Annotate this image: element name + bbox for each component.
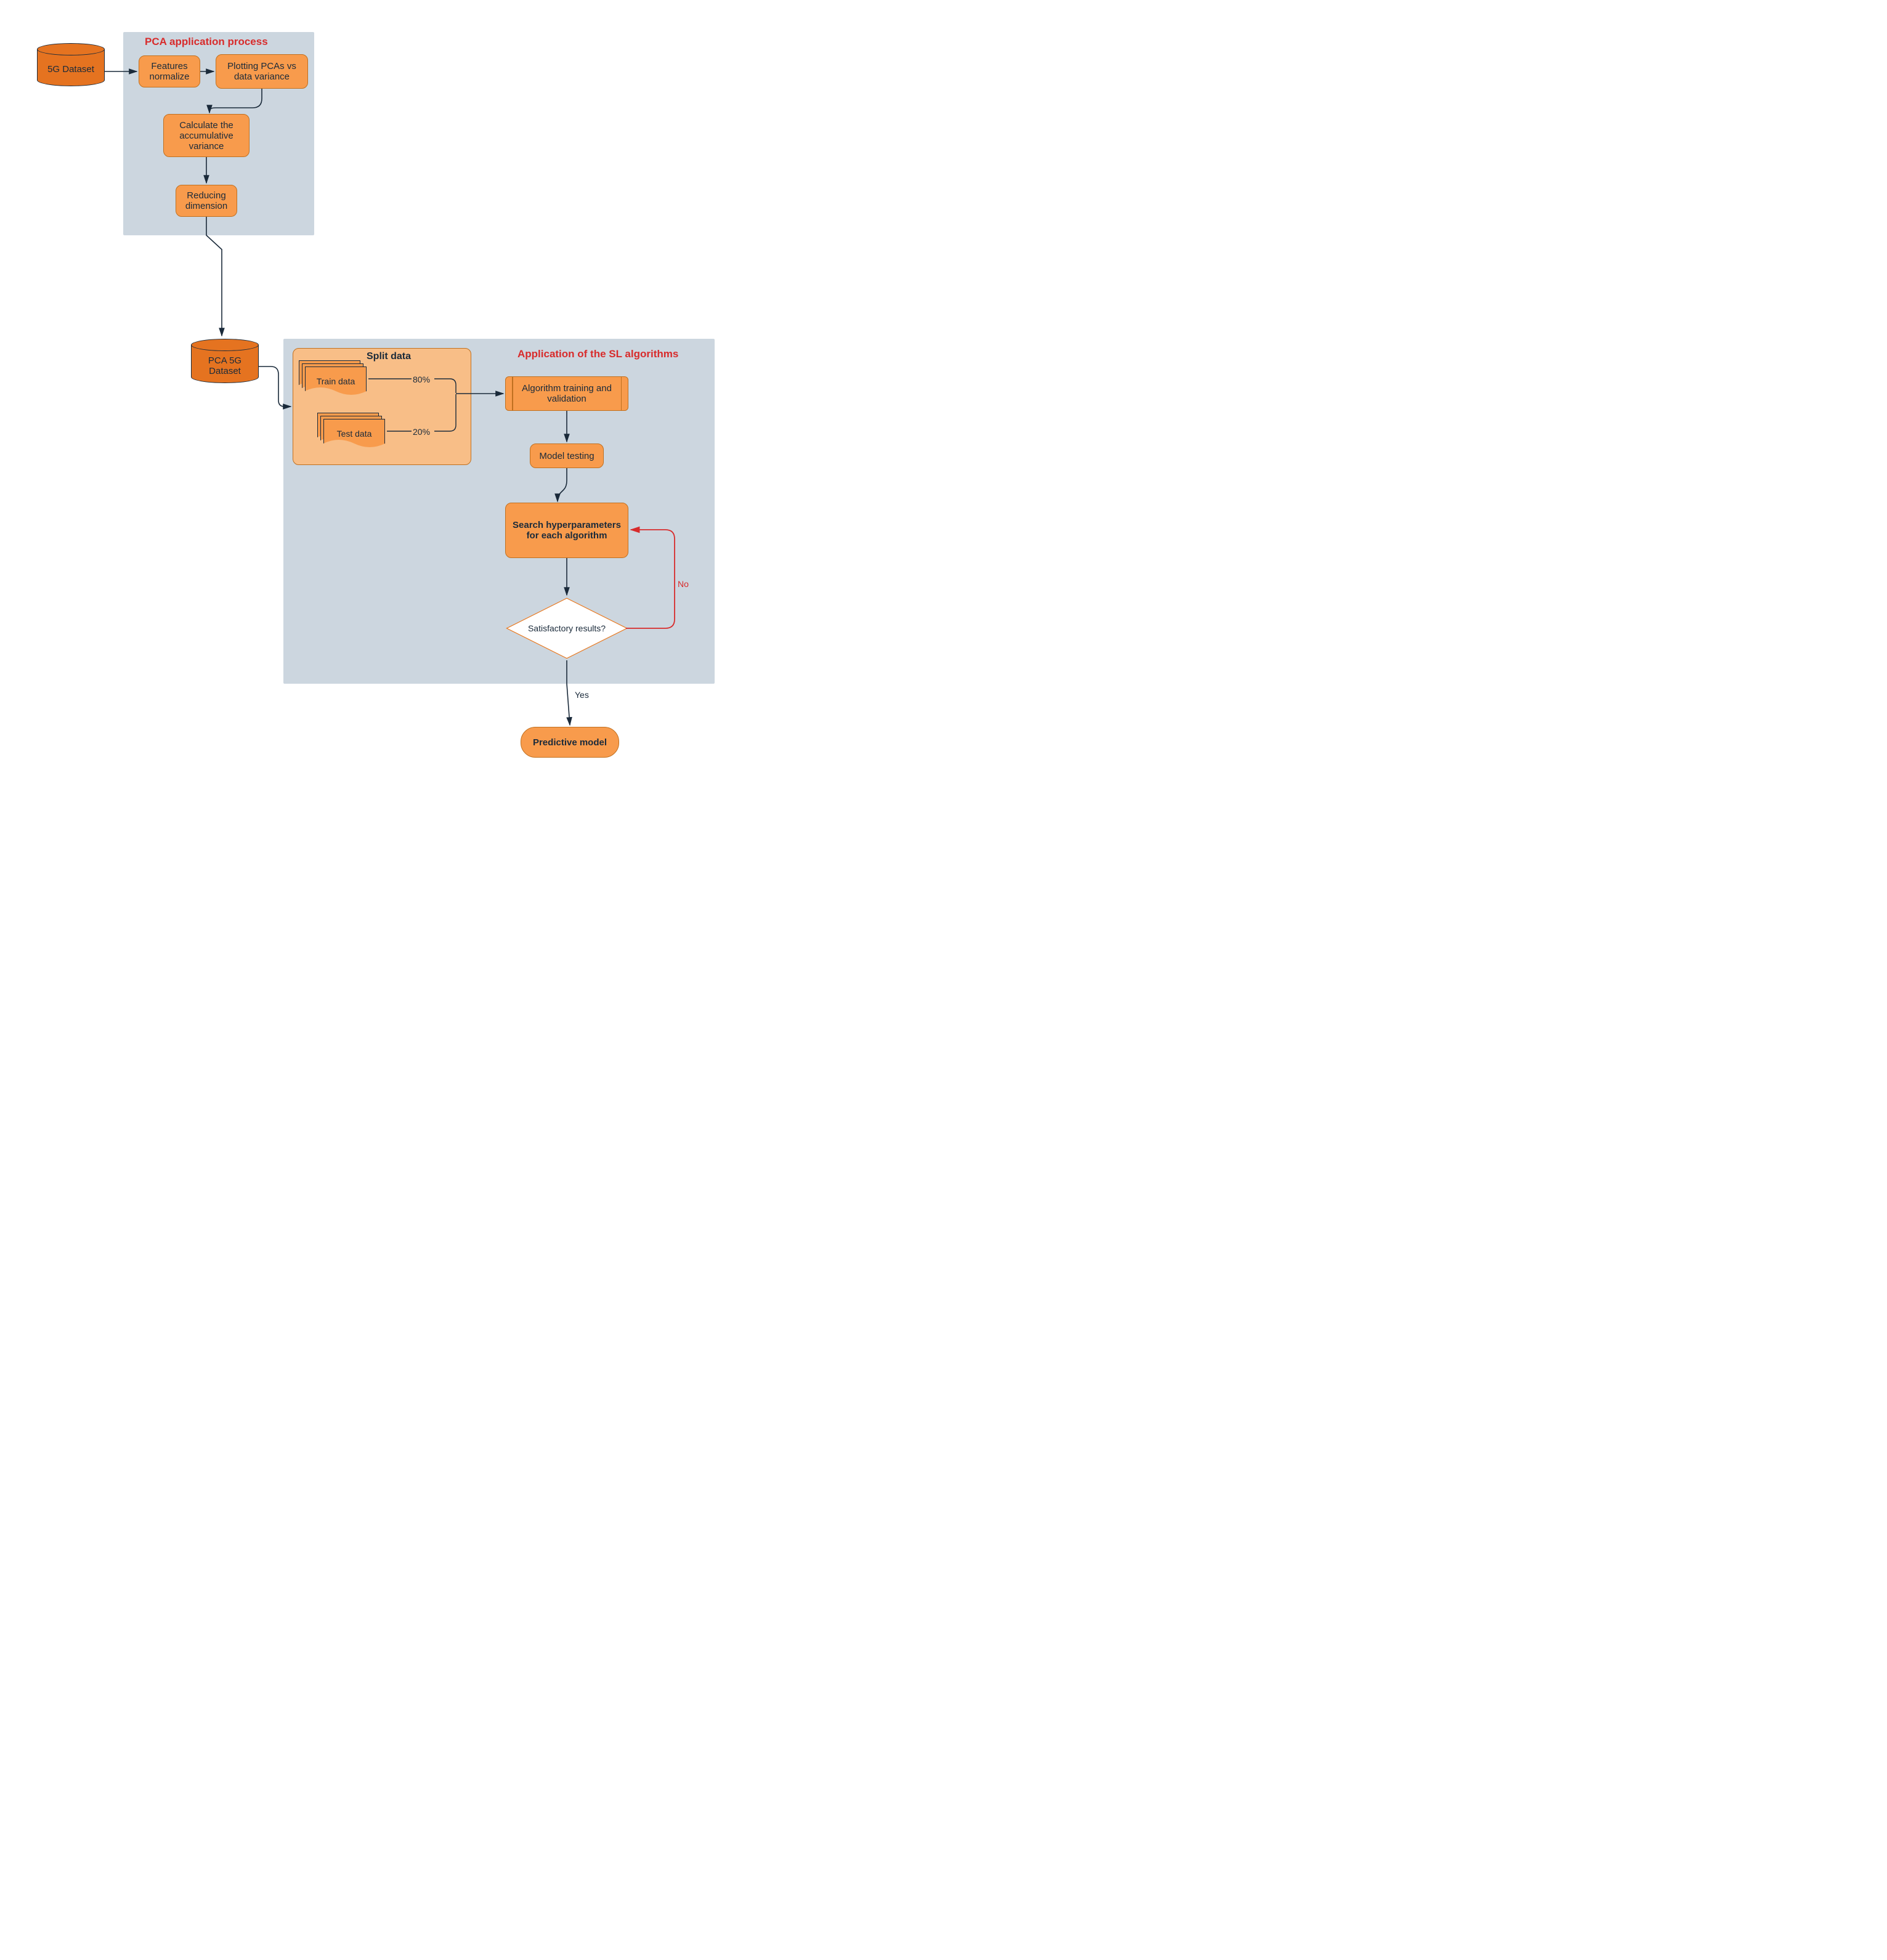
node-cumulative-variance: Calculate the accumulative variance (163, 114, 250, 157)
split-data-title: Split data (367, 351, 411, 362)
label-plot-pca-variance: Plotting PCAs vs data variance (220, 61, 304, 82)
pca-group-title: PCA application process (145, 36, 268, 48)
node-decision-satisfactory: Satisfactory results? (505, 597, 628, 659)
label-decision: Satisfactory results? (528, 623, 606, 633)
node-algorithm-training: Algorithm training and validation (505, 376, 628, 411)
flowchart-canvas: PCA application process Application of t… (25, 25, 764, 795)
label-test-percent: 20% (413, 427, 430, 437)
label-yes: Yes (575, 690, 589, 700)
node-search-hyperparameters: Search hyperparameters for each algorith… (505, 503, 628, 558)
label-train-data: Train data (317, 376, 355, 386)
label-algorithm-training: Algorithm training and validation (517, 383, 617, 404)
label-test-data: Test data (337, 429, 372, 439)
label-pca-5g-dataset: PCA 5G Dataset (192, 355, 258, 376)
sl-group-title: Application of the SL algorithms (517, 348, 678, 360)
label-reduce-dimension: Reducing dimension (180, 190, 233, 211)
label-train-percent: 80% (413, 375, 430, 384)
label-features-normalize: Features normalize (143, 61, 196, 82)
label-model-testing: Model testing (539, 451, 594, 461)
node-predictive-model: Predictive model (521, 727, 619, 758)
label-5g-dataset: 5G Dataset (47, 64, 94, 75)
node-model-testing: Model testing (530, 443, 604, 468)
node-5g-dataset: 5G Dataset (37, 43, 105, 86)
label-predictive-model: Predictive model (533, 737, 607, 748)
node-pca-5g-dataset: PCA 5G Dataset (191, 339, 259, 383)
test-data-stack: Test data (323, 419, 391, 456)
node-plot-pca-variance: Plotting PCAs vs data variance (216, 54, 308, 89)
label-no: No (678, 579, 689, 589)
train-data-stack: Train data (305, 366, 373, 403)
label-cumulative-variance: Calculate the accumulative variance (168, 120, 245, 152)
label-search-hyperparameters: Search hyperparameters for each algorith… (509, 520, 624, 541)
node-features-normalize: Features normalize (139, 55, 200, 87)
node-reduce-dimension: Reducing dimension (176, 185, 237, 217)
